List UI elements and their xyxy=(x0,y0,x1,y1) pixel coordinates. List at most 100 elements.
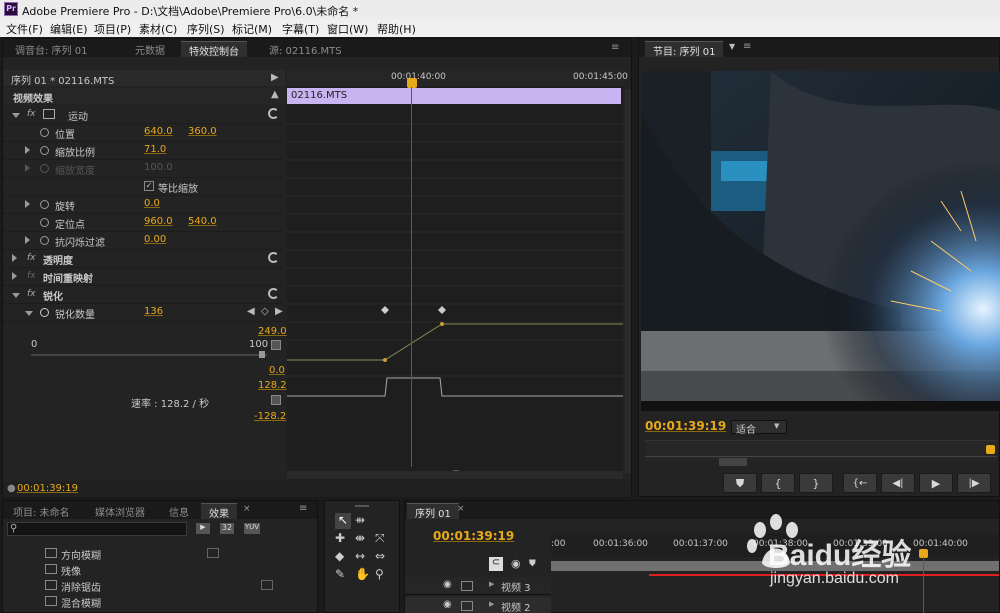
fx-badge-icon[interactable]: fx xyxy=(27,109,36,119)
stopwatch-icon[interactable] xyxy=(40,218,49,227)
position-x-value[interactable]: 640.0 xyxy=(144,126,173,137)
filter-yuv-button[interactable]: YUV xyxy=(243,522,261,535)
clip-bar[interactable]: 02116.MTS xyxy=(287,88,621,104)
tab-media-browser[interactable]: 媒体浏览器 xyxy=(87,503,153,519)
anchor-x-value[interactable]: 960.0 xyxy=(144,216,173,227)
tab-effect-controls[interactable]: 特效控制台 xyxy=(181,41,247,58)
go-to-in-button[interactable]: {← xyxy=(843,473,877,493)
expand-time-remap-icon[interactable] xyxy=(12,272,17,280)
add-keyframe-icon[interactable]: ◇ xyxy=(261,306,269,317)
menu-title[interactable]: 字幕(T) xyxy=(282,21,319,37)
anti-flicker-value[interactable]: 0.00 xyxy=(144,234,166,245)
snap-icon[interactable]: ⊂ xyxy=(489,557,503,571)
menu-clip[interactable]: 素材(C) xyxy=(139,21,177,37)
track-lock-icon[interactable] xyxy=(461,581,473,591)
panel-menu-icon[interactable]: ≡ xyxy=(611,42,619,53)
program-playhead-handle[interactable] xyxy=(986,445,995,454)
close-icon[interactable]: × xyxy=(457,504,465,514)
expand-anti-flicker-icon[interactable] xyxy=(25,236,30,244)
menu-window[interactable]: 窗口(W) xyxy=(327,21,368,37)
zoom-tool-icon[interactable]: ⚲ xyxy=(375,567,384,581)
stopwatch-icon[interactable] xyxy=(40,146,49,155)
work-area-bar[interactable] xyxy=(551,561,999,571)
rate-stretch-tool-icon[interactable]: ⤧ xyxy=(375,531,385,546)
menu-file[interactable]: 文件(F) xyxy=(6,21,43,37)
expand-scale-icon[interactable] xyxy=(25,146,30,154)
collapse-sharpen-icon[interactable] xyxy=(12,293,20,298)
sharpen-slider-track[interactable] xyxy=(31,354,267,356)
tab-source[interactable]: 源: 02116.MTS xyxy=(261,41,350,57)
list-item[interactable]: 混合模糊 xyxy=(3,593,317,610)
rotation-value[interactable]: 0.0 xyxy=(144,198,160,209)
eye-icon[interactable]: ◉ xyxy=(443,599,452,610)
step-forward-button[interactable]: |▶ xyxy=(957,473,991,493)
stopwatch-icon[interactable] xyxy=(40,128,49,137)
razor-tool-icon[interactable]: ◆ xyxy=(335,549,344,563)
slip-tool-icon[interactable]: ↔ xyxy=(355,549,365,563)
effect-timeline-ruler[interactable]: 00:01:40:00 00:01:45:00 xyxy=(287,70,628,86)
playhead-handle[interactable] xyxy=(407,78,417,88)
anchor-y-value[interactable]: 540.0 xyxy=(188,216,217,227)
stopwatch-icon[interactable] xyxy=(40,236,49,245)
sharpen-amount-value[interactable]: 136 xyxy=(144,306,163,317)
list-item[interactable]: 方向模糊 xyxy=(3,545,317,562)
menu-sequence[interactable]: 序列(S) xyxy=(187,21,225,37)
play-button[interactable]: ▶ xyxy=(919,473,953,493)
effect-timeline-scrollbar[interactable] xyxy=(287,471,623,479)
panel-menu-icon[interactable]: ≡ xyxy=(299,503,307,514)
track-lock-icon[interactable] xyxy=(461,601,473,611)
effect-current-time[interactable]: 00:01:39:19 xyxy=(17,483,78,494)
expand-rotation-icon[interactable] xyxy=(25,200,30,208)
close-icon[interactable]: × xyxy=(243,504,251,514)
filter-32bit-button[interactable]: 32 xyxy=(219,522,235,535)
menu-help[interactable]: 帮助(H) xyxy=(377,21,416,37)
program-timecode[interactable]: 00:01:39:19 xyxy=(645,419,726,433)
tab-program[interactable]: 节目: 序列 01 xyxy=(645,41,724,58)
add-marker-button[interactable]: ⛊ xyxy=(723,473,757,493)
effect-vertical-scrollbar[interactable] xyxy=(625,89,631,473)
tab-sequence[interactable]: 序列 01 xyxy=(407,503,459,520)
next-keyframe-icon[interactable]: ▶ xyxy=(275,306,283,317)
program-scrub-bar[interactable] xyxy=(645,440,997,460)
prev-keyframe-icon[interactable]: ◀ xyxy=(247,306,255,317)
menu-project[interactable]: 项目(P) xyxy=(94,21,131,37)
effects-search-input[interactable]: ⚲ xyxy=(7,522,187,536)
rolling-edit-tool-icon[interactable]: ⇼ xyxy=(355,531,365,545)
expand-opacity-icon[interactable] xyxy=(12,254,17,262)
timeline-timecode[interactable]: 00:01:39:19 xyxy=(433,529,514,543)
toggle-timeline-icon[interactable]: ▶ xyxy=(271,72,279,83)
reset-opacity-icon[interactable] xyxy=(268,252,279,263)
position-y-value[interactable]: 360.0 xyxy=(188,126,217,137)
step-back-button[interactable]: ◀| xyxy=(881,473,915,493)
tab-info[interactable]: 信息 xyxy=(161,503,197,519)
menu-marker[interactable]: 标记(M) xyxy=(232,21,272,37)
keyframe-diamond[interactable] xyxy=(381,306,389,314)
expand-track-icon[interactable]: ▶ xyxy=(489,580,494,588)
selection-tool-icon[interactable]: ↖ xyxy=(335,513,351,529)
ripple-edit-tool-icon[interactable]: ✚ xyxy=(335,531,345,545)
scroll-up-icon[interactable]: ▲ xyxy=(271,89,279,100)
scale-value[interactable]: 71.0 xyxy=(144,144,166,155)
menu-edit[interactable]: 编辑(E) xyxy=(50,21,88,37)
accelerated-filter-icon[interactable]: ▶ xyxy=(195,522,211,535)
graph-expand-icon[interactable] xyxy=(271,340,281,350)
collapse-sharpen-amount-icon[interactable] xyxy=(25,311,33,316)
tab-audio-mixer[interactable]: 调音台: 序列 01 xyxy=(7,41,95,57)
mark-out-button[interactable]: } xyxy=(799,473,833,493)
mark-in-button[interactable]: { xyxy=(761,473,795,493)
list-item[interactable]: 残像 xyxy=(3,561,317,578)
panel-menu-icon[interactable]: ≡ xyxy=(743,41,751,52)
reset-sharpen-icon[interactable] xyxy=(268,288,279,299)
sharpen-slider-handle[interactable] xyxy=(259,351,265,358)
track-select-tool-icon[interactable]: ⇻ xyxy=(355,513,365,527)
marker-icon[interactable]: ⛊ xyxy=(529,559,536,569)
list-item[interactable]: 消除锯齿 xyxy=(3,577,317,594)
uniform-scale-checkbox[interactable]: ✓ xyxy=(144,181,154,191)
zoom-scrollbar-handle[interactable] xyxy=(719,458,747,466)
motion-transform-icon[interactable] xyxy=(43,109,55,119)
velocity-expand-icon[interactable] xyxy=(271,395,281,405)
fx-badge-icon[interactable]: fx xyxy=(27,289,36,299)
hand-tool-icon[interactable]: ✋ xyxy=(355,567,370,581)
stopwatch-icon[interactable] xyxy=(40,200,49,209)
expand-track-icon[interactable]: ▶ xyxy=(489,600,494,608)
